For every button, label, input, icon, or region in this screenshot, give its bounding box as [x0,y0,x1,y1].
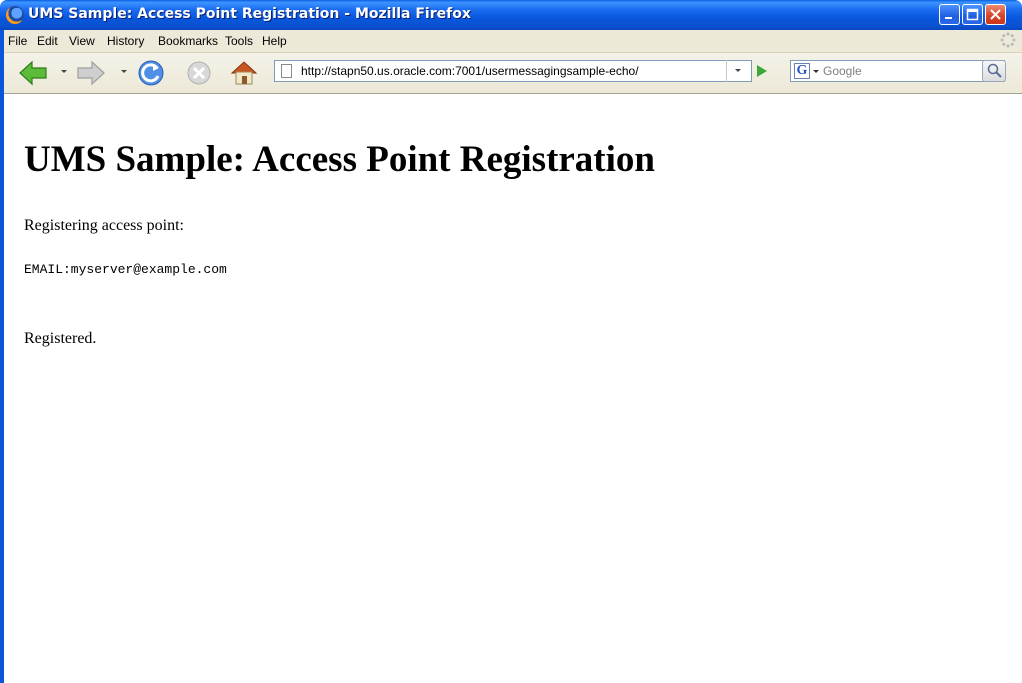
search-input[interactable]: Google [823,64,862,78]
url-history-dropdown[interactable] [726,60,748,82]
navigation-toolbar: http://stapn50.us.oracle.com:7001/userme… [4,53,1022,94]
close-button[interactable] [985,4,1006,25]
menu-history[interactable]: History [107,34,144,48]
window-title: UMS Sample: Access Point Registration - … [28,6,471,22]
firefox-icon [6,6,24,24]
home-icon[interactable] [229,59,259,87]
page-title: UMS Sample: Access Point Registration [24,139,655,180]
minimize-icon [945,17,952,19]
menu-edit[interactable]: Edit [37,34,58,48]
menu-bar: File Edit View History Bookmarks Tools H… [4,30,1022,53]
menu-tools[interactable]: Tools [225,34,253,48]
access-point-value: EMAIL:myserver@example.com [24,262,227,277]
page-content: UMS Sample: Access Point Registration Re… [4,94,1022,683]
menu-help[interactable]: Help [262,34,287,48]
menu-bookmarks[interactable]: Bookmarks [158,34,218,48]
throbber-icon [1000,32,1016,48]
back-arrow-icon[interactable] [18,59,48,87]
status-text: Registered. [24,330,97,347]
forward-arrow-icon[interactable] [76,59,106,87]
minimize-button[interactable] [939,4,960,25]
forward-history-dropdown[interactable] [121,70,127,73]
menu-file[interactable]: File [8,34,27,48]
close-icon [990,9,1001,20]
google-engine-icon[interactable]: G [794,63,810,79]
search-box[interactable]: G Google [790,60,1006,82]
browser-window: UMS Sample: Access Point Registration - … [0,0,1022,683]
maximize-button[interactable] [962,4,983,25]
page-icon [281,64,292,78]
menu-view[interactable]: View [69,34,95,48]
reload-icon[interactable] [136,59,166,87]
url-bar[interactable]: http://stapn50.us.oracle.com:7001/userme… [274,60,752,82]
maximize-icon [966,8,979,21]
search-button[interactable] [982,60,1006,82]
intro-text: Registering access point: [24,217,184,234]
url-text[interactable]: http://stapn50.us.oracle.com:7001/userme… [301,64,639,78]
engine-dropdown-icon[interactable] [813,70,819,73]
stop-icon[interactable] [185,59,213,87]
magnifier-icon [987,63,1002,78]
chevron-down-icon [735,69,741,72]
back-history-dropdown[interactable] [61,70,67,73]
title-bar: UMS Sample: Access Point Registration - … [0,0,1022,30]
go-arrow-icon[interactable] [757,65,767,77]
